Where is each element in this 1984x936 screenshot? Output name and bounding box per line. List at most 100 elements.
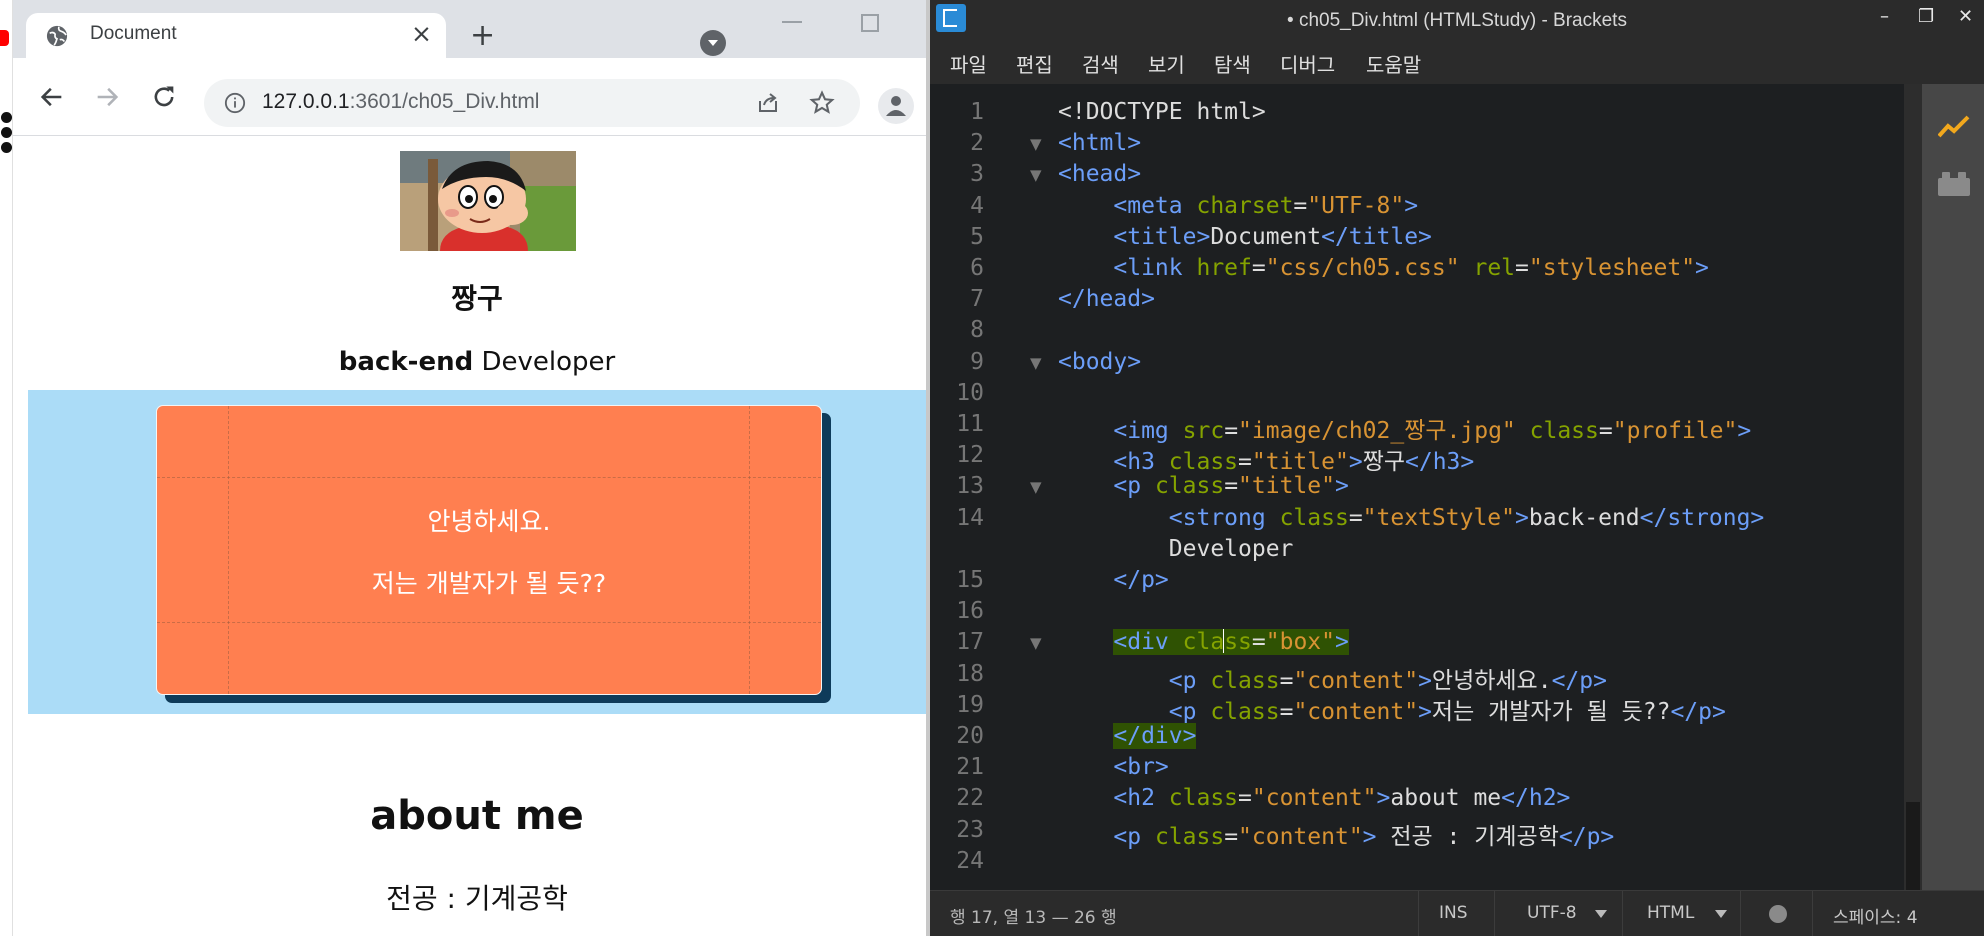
linter-status[interactable] bbox=[1740, 891, 1812, 936]
code-text: <!DOCTYPE html> bbox=[1058, 99, 1266, 125]
code-token: about me bbox=[1390, 785, 1502, 812]
code-line[interactable]: 8 bbox=[930, 314, 1904, 345]
scrollbar-thumb[interactable] bbox=[1906, 802, 1920, 890]
code-token: </head> bbox=[1058, 286, 1155, 313]
code-token: "UTF-8" bbox=[1307, 192, 1405, 219]
code-line[interactable]: 24 bbox=[930, 845, 1904, 876]
code-line[interactable]: 22 <h2 class="content">about me</h2> bbox=[930, 782, 1904, 813]
fold-toggle-icon[interactable]: ▼ bbox=[1030, 634, 1042, 652]
share-icon[interactable] bbox=[756, 91, 780, 115]
code-line[interactable]: Developer bbox=[930, 533, 1904, 564]
line-number: 16 bbox=[956, 598, 984, 625]
code-token: = bbox=[1293, 192, 1308, 219]
code-line[interactable]: 9 ▼ <body> bbox=[930, 346, 1904, 377]
new-tab-button[interactable]: + bbox=[470, 21, 495, 51]
maximize-icon[interactable]: ❐ bbox=[1918, 6, 1934, 27]
brackets-window: • ch05_Div.html (HTMLStudy) - Brackets –… bbox=[930, 0, 1984, 936]
code-line[interactable]: 19 <p class="content">저는 개발자가 될 듯??</p> bbox=[930, 689, 1904, 725]
status-bar: 행 17, 열 13 — 26 행 INS UTF-8 HTML 스페이스: 4 bbox=[930, 890, 1984, 936]
info-icon[interactable] bbox=[224, 92, 246, 114]
code-line[interactable]: 2 ▼ <html> bbox=[930, 127, 1904, 158]
code-text: </div> bbox=[1058, 723, 1197, 749]
line-number: 2 bbox=[970, 130, 984, 157]
code-token: <title> bbox=[1113, 223, 1211, 250]
code-token: "css/ch05.css" bbox=[1265, 255, 1460, 281]
tab-document[interactable]: Document × bbox=[26, 13, 446, 58]
url-text[interactable]: 127.0.0.1:3601/ch05_Div.html bbox=[262, 90, 539, 114]
code-line[interactable]: 20 </div> bbox=[930, 720, 1904, 751]
url-host: 127.0.0.1 bbox=[262, 90, 350, 113]
back-arrow-icon[interactable] bbox=[38, 83, 66, 111]
chevron-down-icon bbox=[1715, 910, 1727, 918]
code-text: <meta charset="UTF-8"> bbox=[1058, 193, 1418, 219]
code-line[interactable]: 16 bbox=[930, 595, 1904, 626]
line-number: 10 bbox=[956, 379, 984, 406]
background-window-edge bbox=[0, 0, 13, 936]
code-text: </head> bbox=[1058, 286, 1155, 312]
code-line[interactable]: 10 bbox=[930, 377, 1904, 408]
maximize-icon[interactable] bbox=[861, 14, 879, 32]
menu-file[interactable]: 파일 bbox=[950, 49, 987, 78]
menu-search[interactable]: 검색 bbox=[1082, 49, 1119, 78]
address-bar[interactable]: 127.0.0.1:3601/ch05_Div.html bbox=[204, 79, 860, 127]
code-line[interactable]: 13 ▼ <p class="title"> bbox=[930, 470, 1904, 501]
encoding-select[interactable]: UTF-8 bbox=[1494, 891, 1622, 936]
fold-toggle-icon[interactable]: ▼ bbox=[1030, 135, 1042, 153]
code-line[interactable]: 1 <!DOCTYPE html> bbox=[930, 96, 1904, 127]
line-number: 19 bbox=[956, 691, 984, 718]
code-editor[interactable]: 1 <!DOCTYPE html> 2 ▼ <html> 3 ▼ <head> 4 <meta … bbox=[930, 84, 1904, 890]
indent-setting[interactable]: 스페이스: 4 bbox=[1812, 891, 1984, 936]
code-line[interactable]: 21 <br> bbox=[930, 751, 1904, 782]
extension-manager-icon[interactable] bbox=[1938, 170, 1970, 196]
code-line[interactable]: 17 ▼ <div class="box"> bbox=[930, 626, 1904, 657]
code-line[interactable]: 15 </p> bbox=[930, 564, 1904, 595]
dot-icon bbox=[1, 142, 12, 153]
code-token: <body> bbox=[1058, 348, 1142, 375]
menu-help[interactable]: 도움말 bbox=[1366, 49, 1421, 78]
menu-view[interactable]: 보기 bbox=[1148, 49, 1185, 78]
menu-debug[interactable]: 디버그 bbox=[1280, 49, 1335, 78]
line-number: 11 bbox=[956, 411, 984, 437]
editor-scrollbar[interactable] bbox=[1904, 84, 1922, 890]
code-line[interactable]: 18 <p class="content">안녕하세요.</p> bbox=[930, 658, 1904, 694]
url-path: :3601/ch05_Div.html bbox=[349, 90, 540, 113]
code-line[interactable]: 6 <link href="css/ch05.css" rel="stylesh… bbox=[930, 252, 1904, 283]
insert-mode-label: INS bbox=[1439, 903, 1468, 923]
fold-toggle-icon[interactable]: ▼ bbox=[1030, 166, 1042, 184]
code-text: <br> bbox=[1058, 754, 1168, 780]
code-line[interactable]: 7 </head> bbox=[930, 283, 1904, 314]
code-token: = bbox=[1251, 255, 1266, 281]
tab-close-icon[interactable]: × bbox=[411, 19, 432, 48]
forward-arrow-icon[interactable] bbox=[93, 83, 121, 111]
cursor-position[interactable]: 행 17, 열 13 — 26 행 bbox=[950, 903, 1117, 928]
code-line[interactable]: 23 <p class="content"> 전공 : 기계공학</p> bbox=[930, 814, 1904, 850]
close-icon[interactable]: ✕ bbox=[1958, 6, 1973, 27]
fold-toggle-icon[interactable]: ▼ bbox=[1030, 478, 1042, 496]
menu-bar: 파일 편집 검색 보기 탐색 디버그 도움말 bbox=[930, 44, 1984, 84]
tab-search-icon[interactable] bbox=[700, 30, 726, 56]
code-line[interactable]: 14 <strong class="textStyle">back-end</s… bbox=[930, 502, 1904, 533]
reload-icon[interactable] bbox=[150, 83, 178, 111]
tab-title: Document bbox=[90, 23, 177, 44]
code-line[interactable]: 11 <img src="image/ch02_짱구.jpg" class="p… bbox=[930, 408, 1904, 444]
bookmark-star-icon[interactable] bbox=[809, 90, 835, 116]
minimize-icon[interactable] bbox=[782, 21, 802, 23]
code-token: "title" bbox=[1238, 473, 1335, 500]
line-number: 9 bbox=[970, 348, 984, 375]
code-line[interactable]: 4 <meta charset="UTF-8"> bbox=[930, 190, 1904, 221]
minimize-icon[interactable]: – bbox=[1880, 6, 1889, 27]
profile-avatar-icon[interactable] bbox=[878, 88, 914, 124]
insert-mode-toggle[interactable]: INS bbox=[1418, 891, 1494, 936]
code-line[interactable]: 5 <title>Document</title> bbox=[930, 221, 1904, 252]
youtube-logo-icon bbox=[0, 30, 9, 46]
menu-edit[interactable]: 편집 bbox=[1016, 49, 1053, 78]
code-line[interactable]: 12 <h3 class="title">짱구</h3> bbox=[930, 439, 1904, 475]
live-preview-icon[interactable] bbox=[1938, 114, 1970, 140]
code-text: <title>Document</title> bbox=[1058, 224, 1432, 250]
menu-navigate[interactable]: 탐색 bbox=[1214, 49, 1251, 78]
line-number: 8 bbox=[970, 317, 984, 344]
code-line[interactable]: 3 ▼ <head> bbox=[930, 158, 1904, 189]
fold-toggle-icon[interactable]: ▼ bbox=[1030, 354, 1042, 372]
language-select[interactable]: HTML bbox=[1622, 891, 1740, 936]
